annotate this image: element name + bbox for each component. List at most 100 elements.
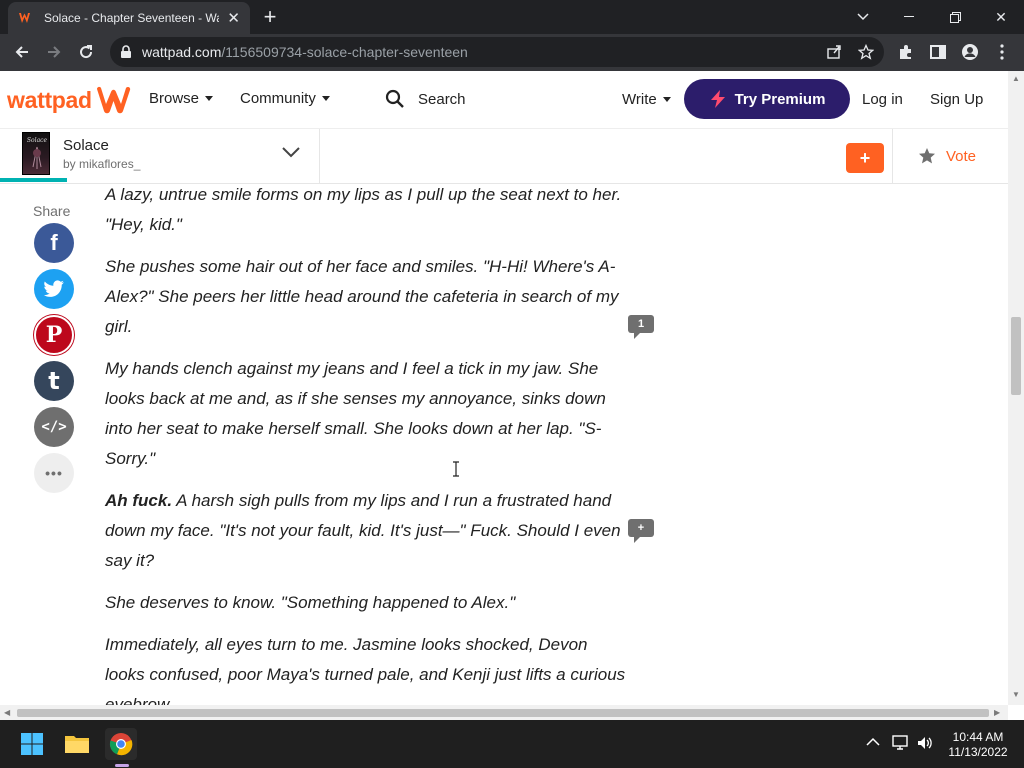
windows-taskbar: 10:44 AM 11/13/2022: [0, 720, 1024, 768]
paragraph: Ah fuck. A harsh sigh pulls from my lips…: [105, 486, 630, 576]
premium-label: Try Premium: [734, 90, 826, 108]
write-caret-icon: [662, 97, 671, 102]
vote-label: Vote: [946, 147, 977, 165]
share-tumblr-button[interactable]: t: [34, 361, 74, 401]
clock-time: 10:44 AM: [952, 730, 1004, 744]
url-host: wattpad.com: [142, 44, 222, 60]
write-label: Write: [622, 91, 657, 108]
chapter-list-chevron-icon[interactable]: [281, 146, 301, 158]
browser-toolbar: wattpad.com/1156509734-solace-chapter-se…: [0, 34, 1024, 71]
wattpad-w-icon: [96, 86, 130, 114]
story-bar: Solace Solace by mikaflores_ + Vote: [0, 129, 1008, 184]
file-explorer-button[interactable]: [61, 728, 93, 760]
search-label: Search: [418, 90, 466, 108]
paragraph: She pushes some hair out of her face and…: [105, 252, 630, 342]
lock-icon[interactable]: [120, 45, 132, 59]
back-icon[interactable]: [8, 38, 36, 66]
signup-link[interactable]: Sign Up: [930, 91, 983, 108]
system-clock[interactable]: 10:44 AM 11/13/2022: [944, 730, 1012, 760]
folder-icon: [65, 736, 89, 753]
svg-text:Solace: Solace: [27, 137, 48, 144]
comment-bubble-icon: [634, 333, 640, 339]
bookmark-star-icon[interactable]: [858, 44, 874, 60]
wattpad-favicon-icon: [19, 13, 30, 23]
new-tab-icon[interactable]: +: [258, 5, 282, 29]
more-icon: •••: [45, 465, 63, 481]
paragraph-comment-button[interactable]: 1: [628, 315, 654, 339]
windows-logo-icon: [21, 733, 43, 755]
side-panel-icon[interactable]: [929, 43, 947, 61]
paragraph: She deserves to know. "Something happene…: [105, 588, 630, 618]
chrome-icon: [109, 733, 133, 756]
window-close-icon[interactable]: ✕: [978, 0, 1024, 34]
forward-icon[interactable]: [40, 38, 68, 66]
scroll-left-icon[interactable]: ◀: [4, 708, 10, 717]
tab-search-icon[interactable]: [840, 0, 886, 34]
share-twitter-button[interactable]: [34, 269, 74, 309]
paragraph: My hands clench against my jeans and I f…: [105, 354, 630, 474]
signup-label: Sign Up: [930, 91, 984, 108]
paragraph-text: My hands clench against my jeans and I f…: [105, 359, 606, 468]
minimize-icon[interactable]: [886, 0, 932, 34]
address-bar[interactable]: wattpad.com/1156509734-solace-chapter-se…: [110, 37, 884, 67]
tumblr-icon: t: [48, 367, 60, 395]
paragraph-text: A harsh sigh pulls from my lips and I ru…: [105, 491, 621, 570]
share-facebook-button[interactable]: f: [34, 223, 74, 263]
share-embed-button[interactable]: </>: [34, 407, 74, 447]
scroll-right-icon[interactable]: ▶: [994, 708, 1000, 717]
tab-title: Solace - Chapter Seventeen - Wa: [44, 11, 220, 25]
chrome-taskbar-button[interactable]: [105, 728, 137, 767]
write-menu[interactable]: Write: [622, 91, 671, 108]
paragraph-bold-text: Ah fuck.: [105, 491, 173, 510]
start-button[interactable]: [16, 728, 48, 760]
divider: [319, 129, 320, 184]
scroll-up-icon[interactable]: ▲: [1012, 74, 1020, 83]
embed-icon: </>: [41, 419, 67, 435]
pinterest-icon: P: [45, 322, 63, 348]
wattpad-logo[interactable]: wattpad: [7, 85, 133, 115]
vertical-scroll-thumb[interactable]: [1011, 317, 1021, 395]
share-more-button[interactable]: •••: [34, 453, 74, 493]
story-author[interactable]: by mikaflores_: [63, 157, 140, 171]
community-caret-icon: [321, 96, 330, 101]
profile-icon[interactable]: [961, 43, 979, 61]
site-header: wattpad Browse Community Search Write Tr…: [0, 71, 1008, 129]
lightning-icon: [710, 90, 725, 108]
paragraph-text: A lazy, untrue smile forms on my lips as…: [105, 185, 622, 234]
extensions-icon[interactable]: [897, 43, 915, 61]
share-label: Share: [33, 203, 71, 219]
try-premium-button[interactable]: Try Premium: [684, 79, 850, 119]
vertical-scrollbar[interactable]: ▲ ▼: [1008, 71, 1024, 705]
vote-button[interactable]: Vote: [918, 147, 976, 165]
restore-icon[interactable]: [932, 0, 978, 34]
show-hidden-icons-icon[interactable]: [866, 737, 880, 747]
chrome-menu-icon[interactable]: [993, 43, 1011, 61]
search-button[interactable]: Search: [385, 89, 466, 109]
community-menu[interactable]: Community: [240, 90, 330, 107]
cover-art-icon: Solace: [27, 137, 48, 169]
volume-icon[interactable]: [916, 734, 934, 752]
tab-close-icon[interactable]: ✕: [227, 9, 240, 27]
browser-tab[interactable]: Solace - Chapter Seventeen - Wa ✕: [8, 2, 250, 34]
add-comment-button[interactable]: +: [628, 519, 654, 543]
comment-count: 1: [628, 315, 654, 333]
login-link[interactable]: Log in: [862, 91, 903, 108]
scroll-down-icon[interactable]: ▼: [1012, 690, 1020, 699]
comment-bubble-icon: [634, 537, 640, 543]
login-label: Log in: [862, 91, 903, 108]
reload-icon[interactable]: [72, 38, 100, 66]
network-icon[interactable]: [892, 734, 910, 752]
share-pinterest-button[interactable]: P: [34, 315, 74, 355]
horizontal-scrollbar[interactable]: ◀ ▶: [0, 705, 1008, 720]
paragraph: A lazy, untrue smile forms on my lips as…: [105, 180, 630, 240]
star-icon: [919, 148, 935, 164]
url-path: /1156509734-solace-chapter-seventeen: [221, 44, 468, 60]
browse-menu[interactable]: Browse: [149, 90, 214, 107]
story-cover-image[interactable]: Solace: [22, 132, 50, 175]
horizontal-scroll-thumb[interactable]: [17, 709, 989, 717]
share-page-icon[interactable]: [826, 44, 842, 60]
twitter-icon: [43, 280, 64, 297]
browse-label: Browse: [149, 90, 200, 107]
add-to-library-button[interactable]: +: [846, 143, 884, 173]
story-title[interactable]: Solace: [63, 137, 109, 154]
